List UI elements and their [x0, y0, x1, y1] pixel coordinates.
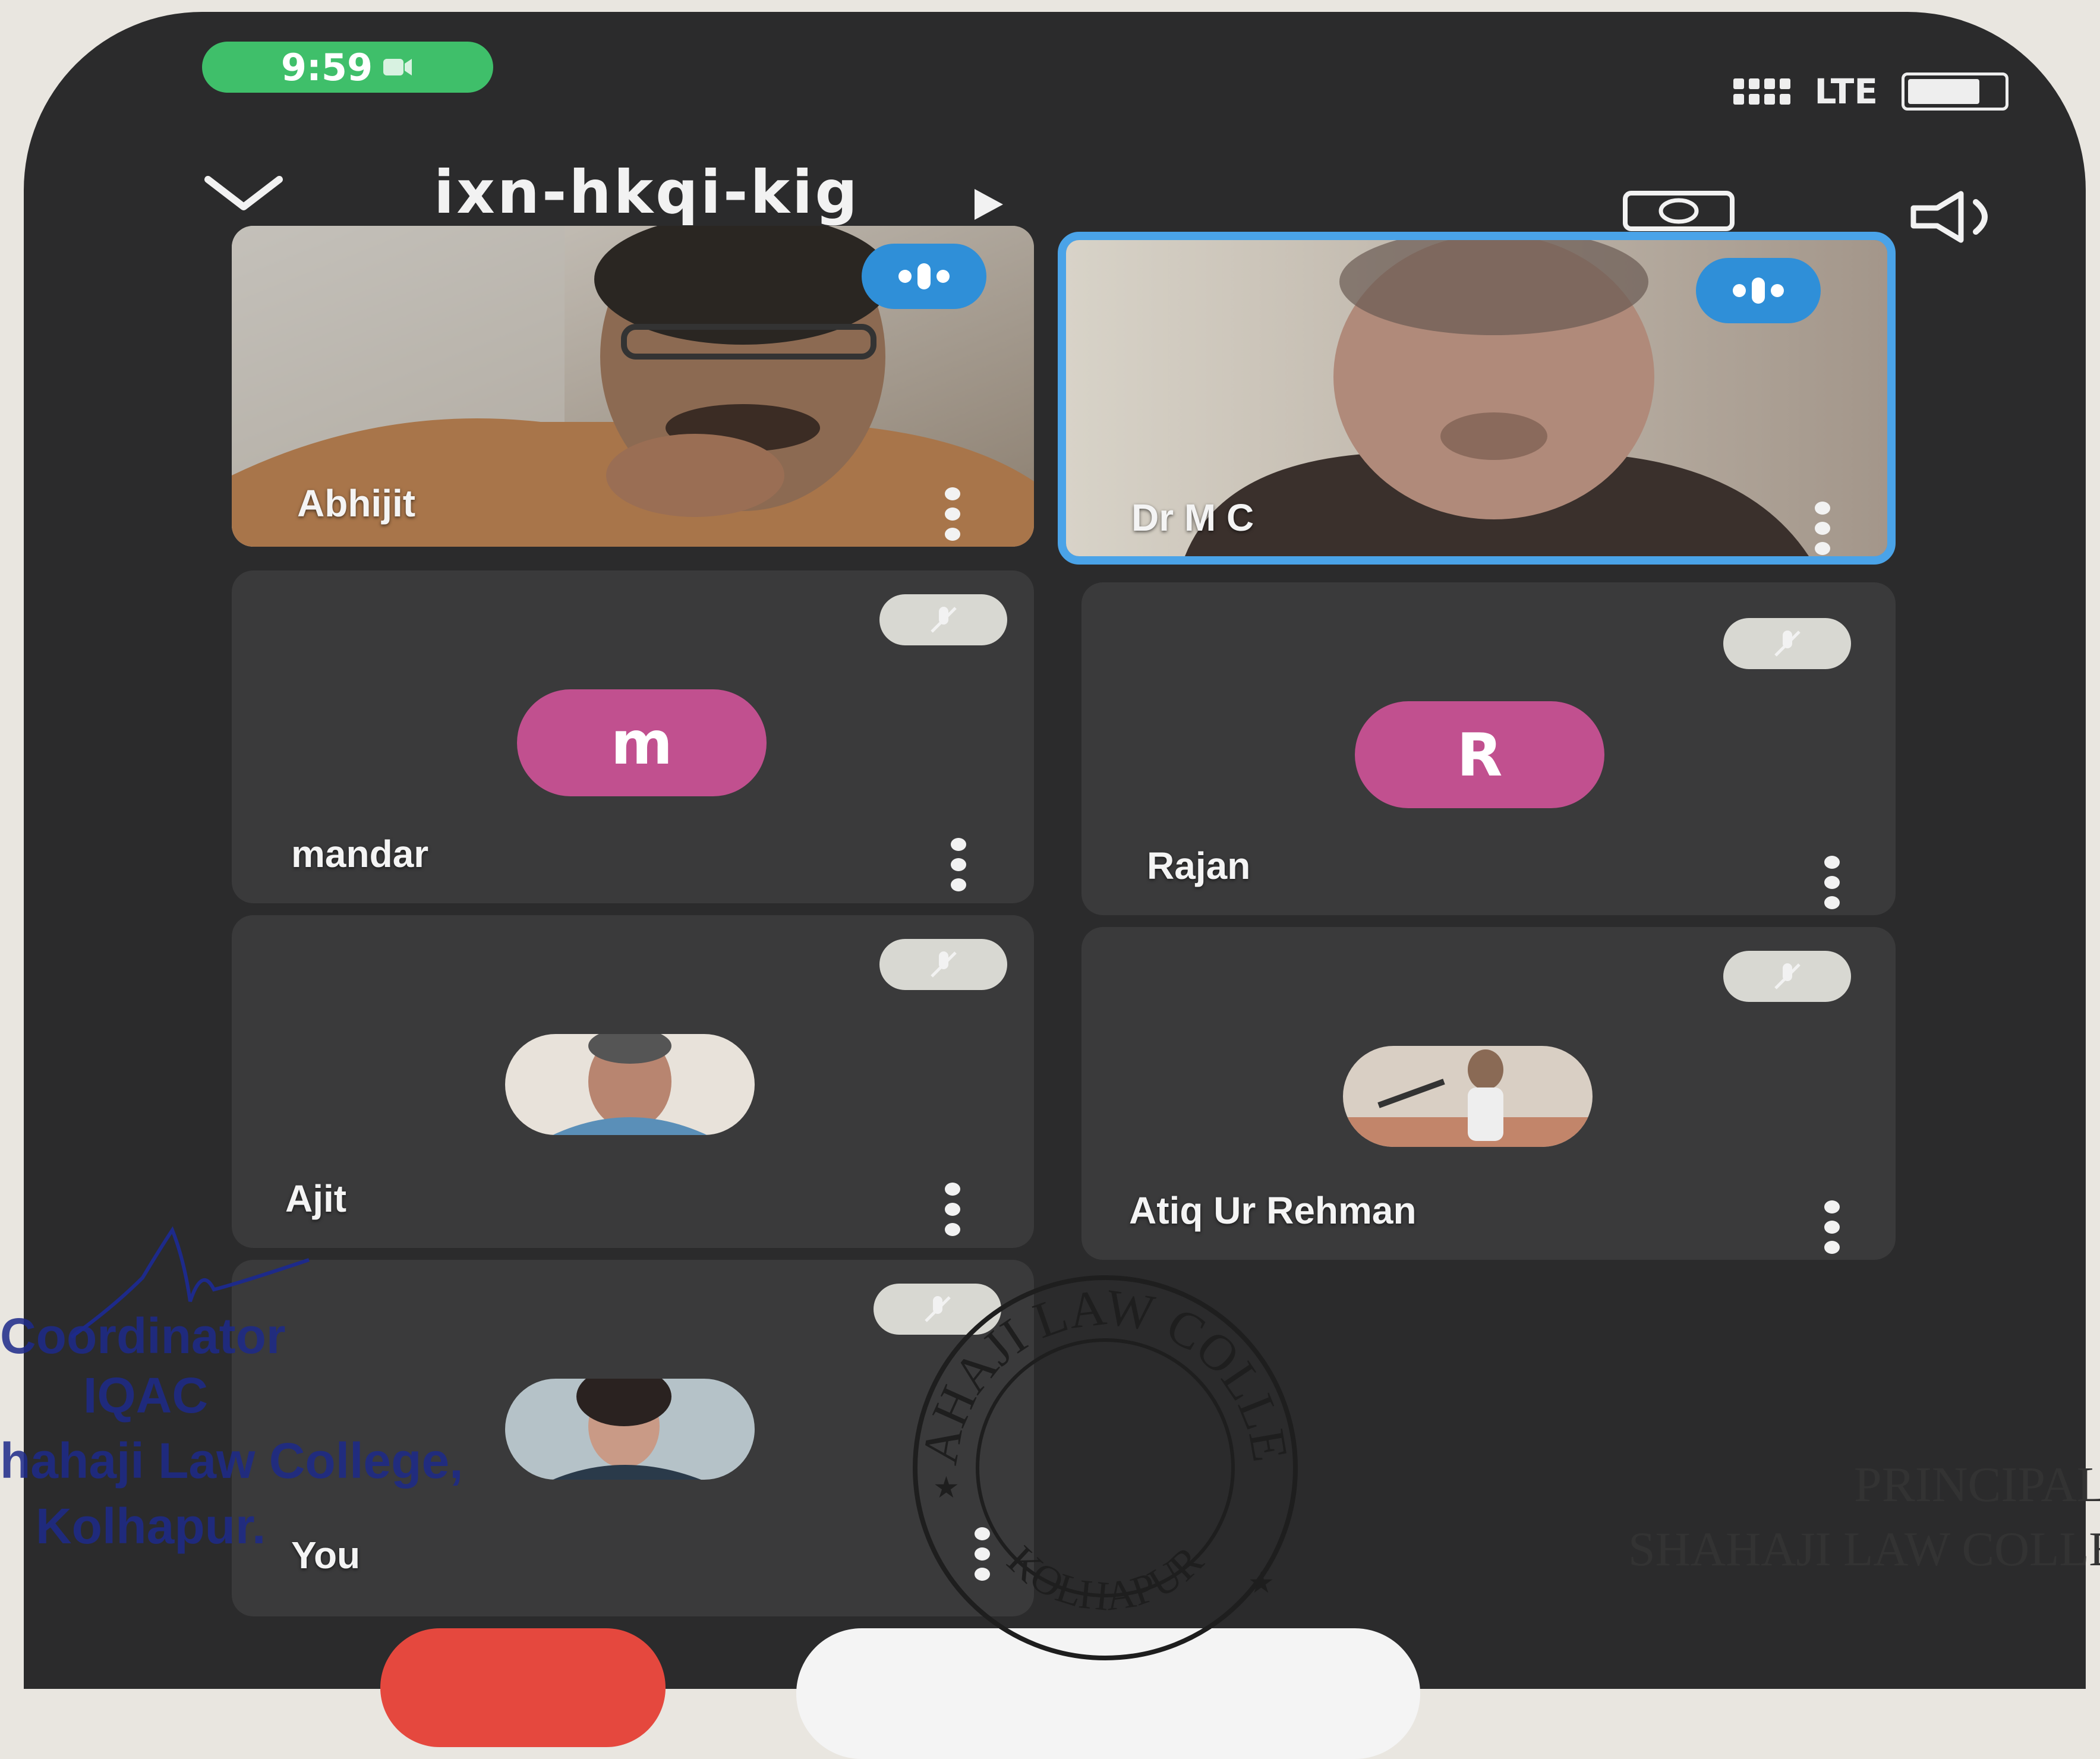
- status-time-pill: 9:59: [202, 42, 493, 93]
- more-vertical-icon[interactable]: [1815, 502, 1830, 555]
- principal-title: PRINCIPAL: [1854, 1457, 2100, 1512]
- signature-line: IQAC: [83, 1367, 208, 1423]
- more-vertical-icon[interactable]: [945, 1183, 960, 1236]
- participant-tile[interactable]: m mandar: [232, 570, 1034, 903]
- svg-text:★: ★: [933, 1470, 960, 1505]
- more-vertical-icon[interactable]: [1824, 1200, 1840, 1254]
- avatar: R: [1355, 701, 1604, 808]
- signature-line: hahaji Law College,: [0, 1433, 463, 1489]
- participant-tile[interactable]: R Rajan: [1081, 582, 1896, 915]
- signature-line: Kolhapur.: [36, 1498, 266, 1554]
- more-vertical-icon[interactable]: [945, 487, 960, 541]
- mic-off-icon: [1723, 951, 1851, 1002]
- avatar: [1343, 1046, 1593, 1147]
- status-indicators: LTE: [1733, 71, 2008, 112]
- signal-icon: [1733, 78, 1791, 105]
- more-vertical-icon[interactable]: [951, 838, 966, 891]
- meeting-code[interactable]: ixn-hkqi-kig: [434, 157, 860, 227]
- participant-name: mandar: [291, 833, 429, 875]
- mic-off-icon: [879, 594, 1007, 645]
- avatar: [505, 1379, 755, 1480]
- speaking-indicator-icon: [1696, 258, 1821, 323]
- participant-name: You: [291, 1534, 361, 1577]
- svg-text:★: ★: [1248, 1565, 1275, 1600]
- participant-name: Abhijit: [297, 482, 416, 525]
- mic-off-icon: [1723, 618, 1851, 669]
- principal-college: SHAHAJI LAW COLLEGE: [1628, 1522, 2100, 1576]
- status-time: 9:59: [280, 45, 373, 89]
- end-call-button[interactable]: [380, 1628, 666, 1747]
- participant-tile[interactable]: Atiq Ur Rehman: [1081, 927, 1896, 1260]
- participant-name: Rajan: [1147, 844, 1251, 887]
- battery-icon: [1902, 72, 2008, 111]
- participant-name: Atiq Ur Rehman: [1129, 1189, 1417, 1232]
- participant-tile[interactable]: Ajit: [232, 915, 1034, 1248]
- participant-tile[interactable]: Abhijit: [232, 226, 1034, 547]
- switch-camera-icon[interactable]: [1622, 190, 1735, 232]
- seal-bottom-text: KOLHAPUR: [998, 1537, 1212, 1619]
- college-seal: SHAHAJI LAW COLLEGE KOLHAPUR ★ ★: [885, 1248, 1300, 1660]
- network-label: LTE: [1814, 71, 1878, 112]
- svg-text:KOLHAPUR: KOLHAPUR: [998, 1537, 1212, 1619]
- participant-name: Dr M C: [1131, 496, 1254, 539]
- play-icon[interactable]: [975, 189, 1003, 220]
- speaker-icon[interactable]: [1907, 190, 2014, 244]
- more-vertical-icon[interactable]: [1824, 856, 1840, 909]
- chevron-down-icon[interactable]: [202, 172, 285, 214]
- mic-off-icon: [879, 939, 1007, 990]
- avatar: m: [517, 689, 767, 796]
- avatar: [505, 1034, 755, 1135]
- speaking-indicator-icon: [862, 244, 986, 309]
- recording-icon: [383, 59, 412, 75]
- participant-tile-active[interactable]: Dr M C: [1058, 232, 1896, 565]
- signature-line: Coordinator: [0, 1308, 286, 1364]
